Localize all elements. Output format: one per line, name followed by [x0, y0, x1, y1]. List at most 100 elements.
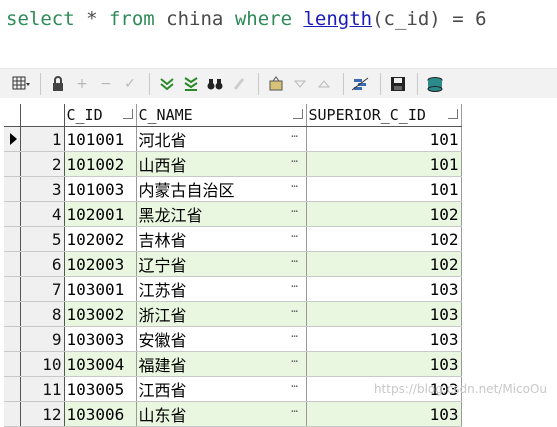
check-icon[interactable]: ✓	[119, 73, 141, 95]
table-row[interactable]: 3 101003 内蒙古自治区 … 101	[4, 176, 462, 202]
cell-c-id[interactable]: 103006	[64, 401, 137, 427]
down-icon[interactable]	[289, 73, 311, 95]
cell-c-name[interactable]: 福建省…	[136, 351, 307, 377]
cell-superior-c-id[interactable]: 101	[306, 126, 462, 152]
cell-superior-c-id[interactable]: 102	[306, 226, 462, 252]
row-number[interactable]: 4	[20, 201, 65, 227]
row-indicator[interactable]	[4, 126, 21, 152]
query-icon[interactable]	[350, 73, 372, 95]
cell-c-id[interactable]: 103002	[64, 301, 137, 327]
row-number[interactable]: 1	[20, 126, 65, 152]
cell-c-id[interactable]: 102003	[64, 251, 137, 277]
cell-superior-c-id[interactable]: 103	[306, 401, 462, 427]
cell-c-name[interactable]: 吉林省…	[136, 226, 307, 252]
grid-icon[interactable]	[10, 73, 32, 95]
clear-icon[interactable]	[228, 73, 250, 95]
cell-c-id[interactable]: 101001	[64, 126, 137, 152]
cell-superior-c-id[interactable]: 101	[306, 176, 462, 202]
cell-c-name[interactable]: 山西省…	[136, 151, 307, 177]
cell-c-name[interactable]: 江苏省…	[136, 276, 307, 302]
column-header-superior-c-id[interactable]: SUPERIOR_C_ID	[306, 104, 462, 127]
column-header-c-id[interactable]: C_ID	[64, 104, 137, 127]
add-icon[interactable]: +	[71, 73, 93, 95]
row-number[interactable]: 9	[20, 326, 65, 352]
table-row[interactable]: 2 101002 山西省 … 101	[4, 151, 462, 177]
row-number[interactable]: 6	[20, 251, 65, 277]
row-indicator[interactable]	[4, 176, 21, 202]
ellipsis-button[interactable]: …	[286, 227, 304, 240]
table-row[interactable]: 10 103004 福建省 … 103	[4, 351, 462, 377]
column-header-c-name[interactable]: C_NAME	[136, 104, 307, 127]
cell-c-id[interactable]: 103005	[64, 376, 137, 402]
cell-c-name[interactable]: 黑龙江省…	[136, 201, 307, 227]
cell-c-id[interactable]: 101003	[64, 176, 137, 202]
table-row[interactable]: 9 103003 安徽省 … 103	[4, 326, 462, 352]
filter-down-icon[interactable]	[156, 73, 178, 95]
row-number[interactable]: 10	[20, 351, 65, 377]
row-indicator[interactable]	[4, 201, 21, 227]
row-number[interactable]: 5	[20, 226, 65, 252]
sql-function-length[interactable]: length	[303, 8, 372, 30]
save-icon[interactable]	[387, 73, 409, 95]
row-indicator[interactable]	[4, 376, 21, 402]
ellipsis-button[interactable]: …	[286, 377, 304, 390]
row-indicator[interactable]	[4, 151, 21, 177]
row-indicator[interactable]	[4, 326, 21, 352]
cell-c-id[interactable]: 103001	[64, 276, 137, 302]
filter-bottom-icon[interactable]	[180, 73, 202, 95]
export-icon[interactable]	[265, 73, 287, 95]
table-row[interactable]: 6 102003 辽宁省 … 102	[4, 251, 462, 277]
row-indicator[interactable]	[4, 226, 21, 252]
table-row[interactable]: 12 103006 山东省… 103	[4, 401, 462, 427]
cell-c-name[interactable]: 江西省…	[136, 376, 307, 402]
ellipsis-button[interactable]: …	[286, 252, 304, 265]
cell-superior-c-id[interactable]: 102	[306, 201, 462, 227]
row-number[interactable]: 7	[20, 276, 65, 302]
cell-superior-c-id[interactable]: 102	[306, 251, 462, 277]
ellipsis-button[interactable]: …	[286, 177, 304, 190]
ellipsis-button[interactable]: …	[286, 277, 304, 290]
up-icon[interactable]	[313, 73, 335, 95]
cell-c-name[interactable]: 河北省…	[136, 126, 307, 152]
table-row[interactable]: 1 101001 河北省 … 101	[4, 126, 462, 152]
table-row[interactable]: 7 103001 江苏省 … 103	[4, 276, 462, 302]
ellipsis-button[interactable]: …	[286, 202, 304, 215]
cell-superior-c-id[interactable]: 103	[306, 326, 462, 352]
row-number[interactable]: 3	[20, 176, 65, 202]
cell-c-id[interactable]: 103003	[64, 326, 137, 352]
cell-c-name[interactable]: 安徽省…	[136, 326, 307, 352]
cell-c-id[interactable]: 102001	[64, 201, 137, 227]
cell-c-name[interactable]: 山东省…	[136, 401, 307, 427]
lock-icon[interactable]	[47, 73, 69, 95]
row-number[interactable]: 2	[20, 151, 65, 177]
cell-superior-c-id[interactable]: 101	[306, 151, 462, 177]
sort-arrow-icon[interactable]	[447, 109, 458, 119]
database-icon[interactable]	[424, 73, 446, 95]
ellipsis-button[interactable]: …	[286, 302, 304, 315]
ellipsis-button[interactable]: …	[286, 352, 304, 365]
ellipsis-button[interactable]: …	[286, 327, 304, 340]
row-indicator[interactable]	[4, 301, 21, 327]
remove-icon[interactable]: −	[95, 73, 117, 95]
row-number[interactable]: 11	[20, 376, 65, 402]
cell-c-name[interactable]: 浙江省…	[136, 301, 307, 327]
row-indicator[interactable]	[4, 276, 21, 302]
table-row[interactable]: 8 103002 浙江省 … 103	[4, 301, 462, 327]
cell-superior-c-id[interactable]: 103	[306, 351, 462, 377]
row-number[interactable]: 8	[20, 301, 65, 327]
table-row[interactable]: 5 102002 吉林省 … 102	[4, 226, 462, 252]
sort-arrow-icon[interactable]	[292, 109, 303, 119]
sort-arrow-icon[interactable]	[122, 109, 133, 119]
row-indicator[interactable]	[4, 401, 21, 427]
ellipsis-button[interactable]: …	[286, 152, 304, 165]
cell-c-name[interactable]: 内蒙古自治区…	[136, 176, 307, 202]
sql-editor[interactable]: select * from china where length(c_id) =…	[0, 0, 557, 52]
cell-c-id[interactable]: 102002	[64, 226, 137, 252]
cell-superior-c-id[interactable]: 103	[306, 276, 462, 302]
binoculars-icon[interactable]	[204, 73, 226, 95]
cell-c-name[interactable]: 辽宁省…	[136, 251, 307, 277]
row-indicator[interactable]	[4, 351, 21, 377]
row-indicator[interactable]	[4, 251, 21, 277]
row-number[interactable]: 12	[20, 401, 65, 427]
table-row[interactable]: 4 102001 黑龙江省 … 102	[4, 201, 462, 227]
